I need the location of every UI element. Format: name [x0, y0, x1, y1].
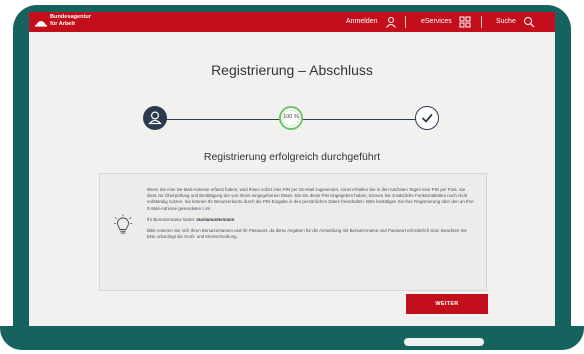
search-link[interactable]: Suche: [496, 17, 516, 27]
step-account: [143, 106, 167, 130]
nav-divider: [405, 16, 406, 28]
laptop-frame: Bundesagentur für Arbeit Anmelden eServi…: [0, 0, 584, 354]
user-icon: [148, 111, 162, 125]
search-icon[interactable]: [523, 16, 535, 28]
confirmation-link[interactable]: Link: [202, 206, 210, 211]
next-button[interactable]: WEITER: [406, 294, 488, 314]
nav-divider: [481, 16, 482, 28]
progress-percent: 100 %: [283, 114, 299, 120]
username-value: mariamustermann: [196, 216, 235, 222]
screen: Bundesagentur für Arbeit Anmelden eServi…: [29, 12, 555, 326]
success-heading: Registrierung erfolgreich durchgeführt: [203, 151, 381, 163]
laptop-base: [0, 326, 584, 350]
laptop-notch: [404, 338, 484, 346]
login-link[interactable]: Anmelden: [346, 17, 378, 27]
info-text: Wenn Sie eine De-Mail-Adresse erfasst ha…: [147, 187, 474, 245]
top-navigation-bar: Bundesagentur für Arbeit Anmelden eServi…: [29, 12, 555, 32]
username-line: Ihr Benutzername lautet: mariamustermann: [147, 217, 474, 223]
info-box: Wenn Sie eine De-Mail-Adresse erfasst ha…: [99, 173, 487, 291]
username-label: Ihr Benutzername lautet:: [147, 216, 196, 222]
info-paragraph-text: Wenn Sie eine De-Mail-Adresse erfasst ha…: [147, 187, 474, 211]
brand-line-2: für Arbeit: [50, 21, 75, 27]
lightbulb-icon: [114, 214, 132, 234]
brand-line-1: Bundesagentur: [50, 14, 92, 20]
logo-icon[interactable]: [35, 17, 47, 27]
step-progress: 100 %: [279, 106, 303, 130]
eservices-link[interactable]: eServices: [421, 17, 452, 27]
step-complete: [415, 106, 439, 130]
info-paragraph: Wenn Sie eine De-Mail-Adresse erfasst ha…: [147, 187, 474, 212]
grid-icon[interactable]: [459, 16, 471, 28]
info-paragraph: Bitte notieren Sie sich Ihren Benutzerna…: [147, 228, 467, 240]
brand-name[interactable]: Bundesagentur für Arbeit: [50, 14, 91, 28]
user-icon[interactable]: [385, 16, 397, 28]
page-title: Registrierung – Abschluss: [211, 62, 373, 78]
checkmark-icon: [422, 114, 433, 123]
